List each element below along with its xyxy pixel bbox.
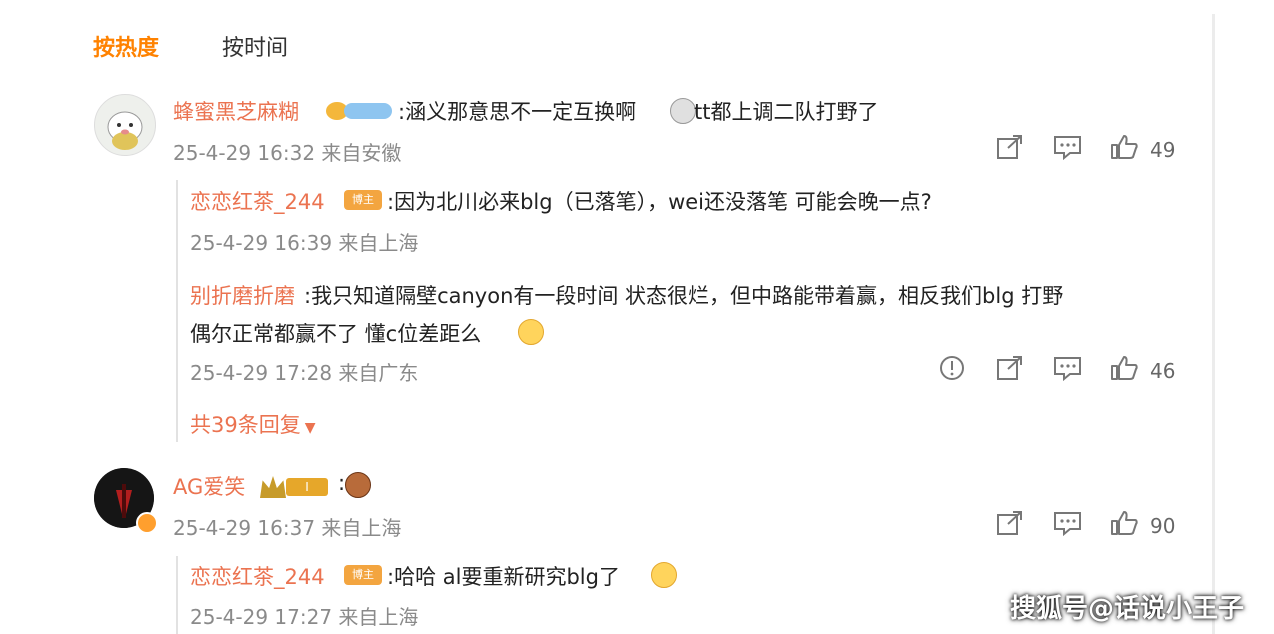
reply-divider bbox=[176, 556, 178, 634]
emoji-icon bbox=[670, 98, 696, 124]
reply-username[interactable]: 别折磨折磨 bbox=[190, 280, 295, 310]
like-count: 90 bbox=[1150, 514, 1176, 538]
comment-icon[interactable] bbox=[1053, 355, 1083, 381]
reply-divider bbox=[176, 180, 178, 442]
reply-username[interactable]: 恋恋红茶_244 bbox=[190, 561, 325, 591]
scrollbar[interactable] bbox=[1212, 14, 1215, 634]
reply-text: :我只知道隔壁canyon有一段时间 状态很烂，但中路能带着赢，相反我们blg … bbox=[304, 284, 1064, 308]
share-icon[interactable] bbox=[996, 134, 1024, 160]
reply-meta: 25-4-29 17:27 来自上海 bbox=[190, 605, 419, 629]
reply-meta: 25-4-29 17:28 来自广东 bbox=[190, 361, 419, 385]
more-replies-link[interactable]: 共39条回复 ▼ bbox=[190, 409, 316, 439]
like-count: 46 bbox=[1150, 359, 1176, 383]
more-replies-label: 共39条回复 bbox=[190, 413, 301, 437]
reply-username[interactable]: 恋恋红茶_244 bbox=[190, 186, 325, 216]
like-icon[interactable] bbox=[1110, 134, 1138, 160]
tab-time[interactable]: 按时间 bbox=[222, 30, 288, 62]
comment-icon[interactable] bbox=[1053, 134, 1083, 160]
like-count: 49 bbox=[1150, 138, 1176, 162]
level-badge-label: I bbox=[286, 478, 328, 496]
reply-text: :因为北川必来blg（已落笔），wei还没落笔 可能会晚一点? bbox=[387, 190, 932, 214]
watermark: 搜狐号@话说小王子 bbox=[1009, 594, 1244, 624]
avatar[interactable] bbox=[94, 94, 156, 156]
level-badge: I bbox=[260, 476, 330, 498]
reply-text: :哈哈 al要重新研究blg了 bbox=[387, 565, 620, 589]
comment-text-tail: tt都上调二队打野了 bbox=[694, 100, 879, 124]
share-icon[interactable] bbox=[996, 510, 1024, 536]
blogger-badge: 博主 bbox=[344, 190, 382, 210]
comment-username[interactable]: 蜂蜜黑芝麻糊 bbox=[173, 96, 299, 126]
sheep-avatar-icon bbox=[107, 111, 143, 150]
report-icon[interactable] bbox=[939, 355, 965, 381]
comment-meta: 25-4-29 16:37 来自上海 bbox=[173, 516, 402, 540]
comment-icon[interactable] bbox=[1053, 510, 1083, 536]
like-icon[interactable] bbox=[1110, 355, 1138, 381]
comment-meta: 25-4-29 16:32 来自安徽 bbox=[173, 141, 402, 165]
share-icon[interactable] bbox=[996, 355, 1024, 381]
tab-hot[interactable]: 按热度 bbox=[93, 30, 159, 62]
like-icon[interactable] bbox=[1110, 510, 1138, 536]
verified-icon bbox=[136, 512, 158, 534]
comment-username[interactable]: AG爱笑 bbox=[173, 471, 245, 501]
comment-text: :涵义那意思不一定互换啊 bbox=[398, 100, 637, 124]
blogger-badge: 博主 bbox=[344, 565, 382, 585]
cow-emoji-icon bbox=[345, 472, 371, 498]
doge-emoji-icon bbox=[651, 562, 677, 588]
comment-text: : bbox=[338, 471, 346, 495]
doge-emoji-icon bbox=[518, 319, 544, 345]
reply-meta: 25-4-29 16:39 来自上海 bbox=[190, 231, 419, 255]
reply-text-line2: 偶尔正常都赢不了 懂c位差距么 bbox=[190, 322, 482, 346]
caret-down-icon: ▼ bbox=[304, 420, 316, 436]
vip-badge bbox=[326, 100, 394, 122]
